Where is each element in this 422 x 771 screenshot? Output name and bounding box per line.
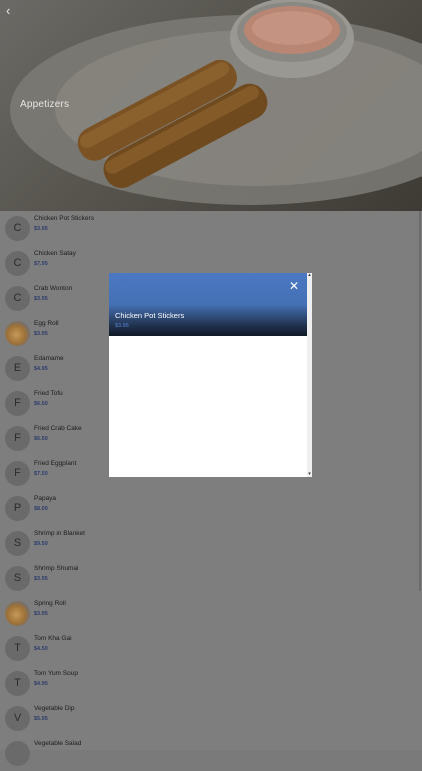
scroll-down-icon[interactable]: ▾ [307,472,312,477]
item-thumbnail [5,601,30,626]
chevron-left-icon: ‹ [6,3,11,18]
item-initial-avatar: F [5,461,30,486]
item-initial-avatar: F [5,426,30,451]
list-item[interactable]: T Tom Yum Soup $4.95 [0,666,418,701]
item-name: Egg Roll [34,320,59,327]
item-name: Edamame [34,355,64,362]
item-price: $6.50 [34,436,48,442]
item-initial-avatar: C [5,286,30,311]
item-price: $4.95 [34,366,48,372]
item-price: $5.95 [34,716,48,722]
close-button[interactable]: ✕ [287,279,301,293]
item-name: Crab Wonton [34,285,73,292]
list-item[interactable]: Vegetable Salad [0,736,418,771]
page-title: Appetizers [20,99,70,110]
item-name: Shrimp in Blanket [34,530,85,537]
close-icon: ✕ [288,279,300,293]
list-item[interactable]: S Shrimp in Blanket $9.50 [0,526,418,561]
modal-price: $3.95 [115,323,129,329]
item-price: $4.95 [34,681,48,687]
item-initial-avatar: T [5,636,30,661]
item-name: Fried Eggplant [34,460,77,467]
item-price: $3.95 [34,611,48,617]
item-price: $3.95 [34,296,48,302]
item-initial-avatar: C [5,251,30,276]
item-price: $7.50 [34,471,48,477]
list-item[interactable]: C Chicken Pot Stickers $3.95 [0,211,418,246]
item-name: Chicken Pot Stickers [34,215,94,222]
item-initial-avatar: P [5,496,30,521]
item-thumbnail [5,321,30,346]
item-initial-avatar: F [5,391,30,416]
item-initial-avatar: C [5,216,30,241]
modal-title: Chicken Pot Stickers [115,311,185,320]
item-initial-avatar: V [5,706,30,731]
item-price: $8.00 [34,506,48,512]
item-price: $3.95 [34,226,48,232]
item-initial-avatar: S [5,566,30,591]
category-header-image: ‹ Appetizers [0,0,422,211]
item-name: Vegetable Dip [34,705,75,712]
item-detail-modal: ✕ Chicken Pot Stickers $3.95 ▴ ▾ [109,273,312,477]
modal-header: ✕ Chicken Pot Stickers $3.95 [109,273,307,336]
item-price: $3.95 [34,331,48,337]
modal-scrollbar[interactable]: ▴ ▾ [307,273,312,477]
list-item[interactable]: Spring Roll $3.95 [0,596,418,631]
item-name: Tom Kha Gai [34,635,72,642]
item-price: $7.95 [34,261,48,267]
item-price: $4.50 [34,646,48,652]
item-initial-avatar: S [5,531,30,556]
item-name: Shrimp Shumai [34,565,79,572]
back-button[interactable]: ‹ [6,4,20,18]
item-name: Vegetable Salad [34,740,82,747]
item-initial-avatar: T [5,671,30,696]
item-price: $9.50 [34,541,48,547]
list-item[interactable]: S Shrimp Shumai $3.95 [0,561,418,596]
item-price: $6.50 [34,401,48,407]
list-item[interactable]: P Papaya $8.00 [0,491,418,526]
item-initial-avatar: E [5,356,30,381]
list-item[interactable]: T Tom Kha Gai $4.50 [0,631,418,666]
list-scrollbar[interactable] [419,211,421,591]
item-initial-avatar [5,741,30,766]
item-name: Chicken Satay [34,250,76,257]
item-name: Fried Tofu [34,390,63,397]
item-name: Papaya [34,495,57,502]
item-name: Tom Yum Soup [34,670,78,677]
item-price: $3.95 [34,576,48,582]
list-item[interactable]: V Vegetable Dip $5.95 [0,701,418,736]
item-name: Spring Roll [34,600,66,607]
item-name: Fried Crab Cake [34,425,82,432]
scroll-up-icon[interactable]: ▴ [307,273,312,278]
